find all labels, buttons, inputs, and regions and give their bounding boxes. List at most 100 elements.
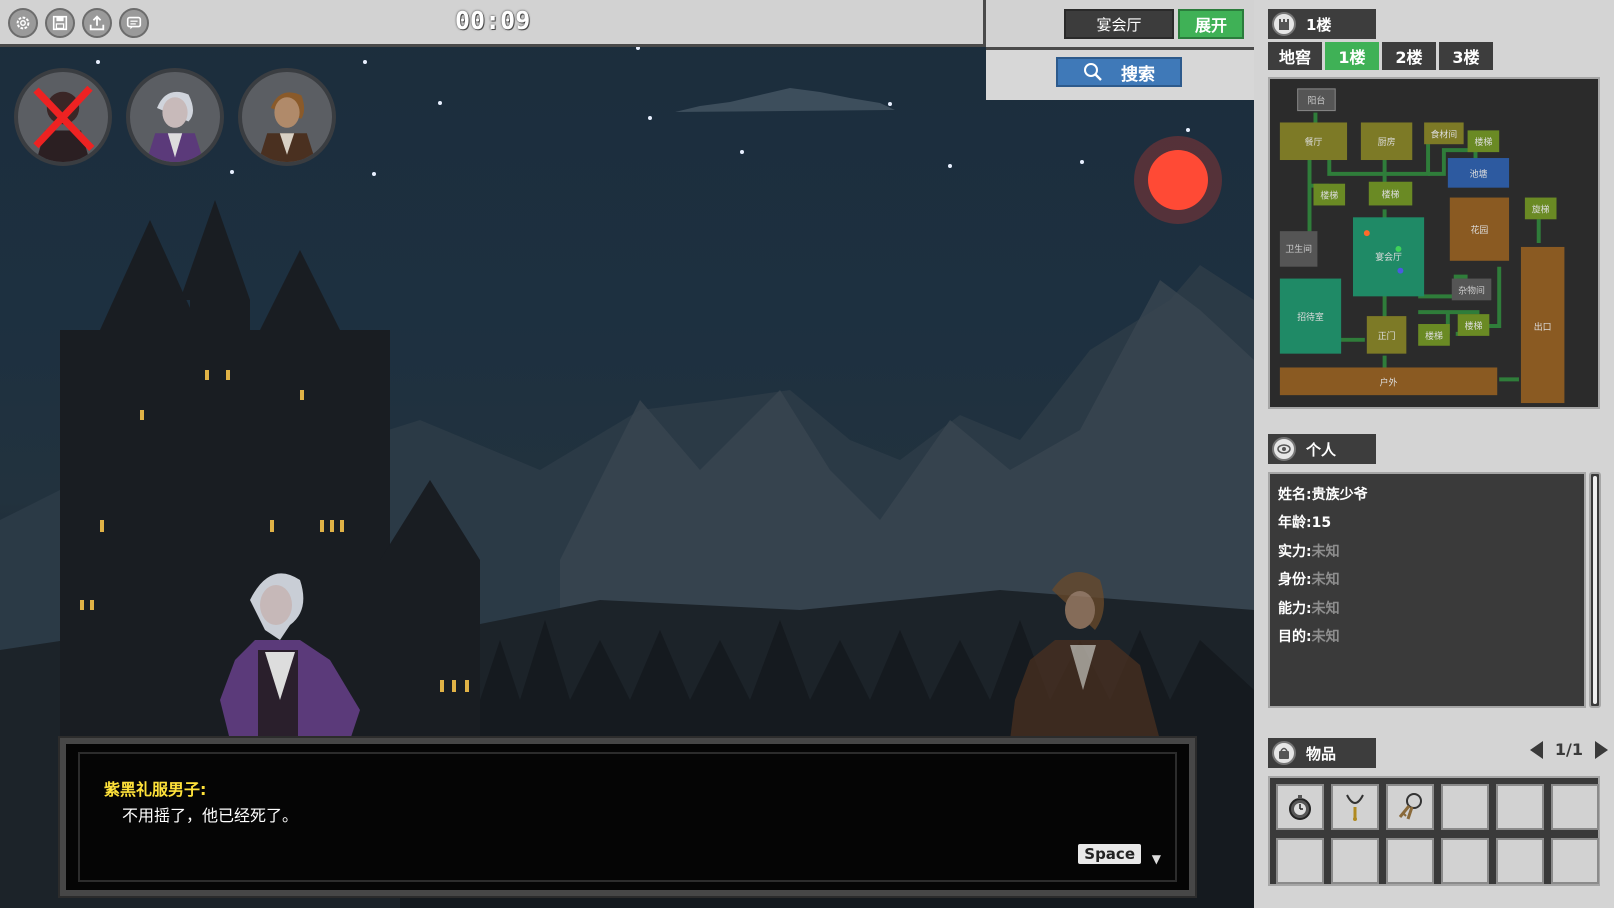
info-age: 年龄:15 — [1278, 515, 1332, 532]
tab-floor-3[interactable]: 3楼 — [1439, 42, 1493, 70]
items-section-header: 物品 — [1268, 738, 1376, 768]
items-page-indicator: 1/1 — [1554, 740, 1583, 759]
dialog-text: 不用摇了，他已经死了。 — [122, 806, 299, 825]
map-room-banquet[interactable]: 宴会厅 — [1352, 217, 1425, 297]
svg-text:户外: 户外 — [1380, 376, 1398, 388]
item-slot-1[interactable] — [1276, 784, 1324, 830]
info-name: 姓名:贵族少爷 — [1278, 487, 1368, 503]
castle-icon — [1272, 12, 1296, 36]
personal-section-header: 个人 — [1268, 434, 1376, 464]
map-room-stairs-n[interactable]: 楼梯 — [1368, 181, 1413, 206]
item-slot-10[interactable] — [1441, 838, 1489, 884]
map-room-stairs-s[interactable]: 楼梯 — [1418, 324, 1450, 346]
item-slot-5[interactable] — [1496, 784, 1544, 830]
tab-cellar[interactable]: 地窖 — [1268, 42, 1322, 70]
svg-text:池塘: 池塘 — [1470, 168, 1488, 180]
items-grid — [1268, 776, 1600, 886]
gear-icon[interactable] — [8, 8, 38, 38]
map-room-garden[interactable]: 花园 — [1449, 197, 1510, 261]
item-slot-4[interactable] — [1441, 784, 1489, 830]
item-slot-11[interactable] — [1496, 838, 1544, 884]
svg-text:花园: 花园 — [1471, 224, 1489, 236]
save-icon[interactable] — [45, 8, 75, 38]
map-room-reception[interactable]: 招待室 — [1279, 278, 1342, 354]
svg-text:楼梯: 楼梯 — [1475, 136, 1493, 148]
svg-text:厨房: 厨房 — [1378, 136, 1396, 148]
svg-text:卫生间: 卫生间 — [1285, 243, 1312, 255]
map-room-utility[interactable]: 杂物间 — [1451, 278, 1492, 301]
continue-arrow-icon: ▼ — [1151, 852, 1161, 866]
floor-map-svg: 阳台 餐厅 厨房 食材间 楼梯 池塘 楼梯 楼梯 旋梯 花园 卫生间 宴会厅 杂… — [1279, 88, 1565, 404]
current-room-button[interactable]: 宴会厅 — [1064, 9, 1174, 39]
map-room-dining[interactable]: 餐厅 — [1279, 122, 1348, 161]
map-room-kitchen[interactable]: 厨房 — [1360, 122, 1413, 161]
dead-man-portrait[interactable] — [14, 68, 112, 166]
upload-icon[interactable] — [82, 8, 112, 38]
item-slot-12[interactable] — [1551, 838, 1599, 884]
expand-button[interactable]: 展开 — [1178, 9, 1244, 39]
map-room-stairs-se[interactable]: 楼梯 — [1457, 314, 1490, 336]
svg-text:正门: 正门 — [1378, 330, 1396, 342]
item-slot-8[interactable] — [1331, 838, 1379, 884]
pocket-watch-icon — [1289, 795, 1311, 820]
personal-scrollbar[interactable] — [1589, 472, 1601, 708]
item-slot-7[interactable] — [1276, 838, 1324, 884]
item-slot-3[interactable] — [1386, 784, 1434, 830]
prev-page-icon[interactable] — [1529, 740, 1543, 759]
info-strength: 实力:未知 — [1278, 543, 1340, 560]
item-slot-2[interactable] — [1331, 784, 1379, 830]
svg-text:杂物间: 杂物间 — [1458, 284, 1485, 296]
continue-key-hint[interactable]: Space — [1078, 844, 1141, 864]
game-scene: 00:09 宴会厅 展开 搜索 紫黑礼服男子: 不用摇了，他已经死了。 Spac… — [0, 0, 1254, 908]
map-marker-green — [1395, 245, 1402, 252]
map-room-restroom[interactable]: 卫生间 — [1279, 231, 1318, 267]
map-room-terrace[interactable]: 阳台 — [1297, 88, 1336, 112]
purple-suit-man-portrait[interactable] — [126, 68, 224, 166]
location-bar: 宴会厅 展开 搜索 — [986, 0, 1254, 100]
svg-text:招待室: 招待室 — [1297, 311, 1324, 323]
brown-coat-man-portrait[interactable] — [238, 68, 336, 166]
top-toolbar: 00:09 — [0, 0, 986, 47]
item-slot-9[interactable] — [1386, 838, 1434, 884]
svg-text:旋梯: 旋梯 — [1532, 203, 1550, 215]
info-identity: 身份:未知 — [1278, 572, 1340, 589]
map-room-spiral[interactable]: 旋梯 — [1524, 197, 1557, 220]
side-panel: 1楼 地窖 1楼 2楼 3楼 阳台 餐厅 厨房 食材间 楼梯 池塘 楼梯 楼梯 … — [1254, 0, 1614, 908]
svg-text:宴会厅: 宴会厅 — [1375, 251, 1402, 263]
game-timer: 00:09 — [455, 6, 531, 35]
item-slot-6[interactable] — [1551, 784, 1599, 830]
svg-text:餐厅: 餐厅 — [1305, 136, 1323, 148]
tab-floor-1[interactable]: 1楼 — [1325, 42, 1379, 70]
keys-icon — [1398, 793, 1422, 820]
tab-floor-2[interactable]: 2楼 — [1382, 42, 1436, 70]
svg-text:楼梯: 楼梯 — [1465, 320, 1483, 332]
map-section-title: 1楼 — [1306, 15, 1332, 34]
necklace-icon — [1346, 794, 1364, 821]
svg-text:楼梯: 楼梯 — [1320, 190, 1338, 202]
items-section-title: 物品 — [1306, 744, 1337, 763]
map-section-header: 1楼 — [1268, 9, 1376, 39]
chat-icon[interactable] — [119, 8, 149, 38]
svg-text:出口: 出口 — [1534, 321, 1552, 333]
map-marker-blue — [1397, 267, 1404, 274]
personal-info: 姓名:贵族少爷 年龄:15 实力:未知 身份:未知 能力:未知 目的:未知 — [1268, 472, 1586, 708]
items-pager: 1/1 — [1529, 740, 1608, 759]
svg-text:阳台: 阳台 — [1308, 95, 1326, 107]
floor-map: 阳台 餐厅 厨房 食材间 楼梯 池塘 楼梯 楼梯 旋梯 花园 卫生间 宴会厅 杂… — [1268, 77, 1600, 409]
next-page-icon[interactable] — [1595, 740, 1608, 759]
dialog-box[interactable]: 紫黑礼服男子: 不用摇了，他已经死了。 Space ▼ — [58, 736, 1197, 898]
search-button[interactable]: 搜索 — [1056, 57, 1182, 87]
dialog-speaker: 紫黑礼服男子: — [104, 780, 207, 799]
map-room-exit[interactable]: 出口 — [1520, 246, 1565, 404]
svg-text:楼梯: 楼梯 — [1425, 330, 1443, 342]
map-room-storage[interactable]: 食材间 — [1424, 122, 1464, 145]
map-room-outdoor[interactable]: 户外 — [1279, 367, 1498, 396]
info-ability: 能力:未知 — [1278, 600, 1340, 617]
search-label: 搜索 — [1121, 64, 1155, 85]
bag-icon — [1272, 741, 1296, 765]
map-room-pond[interactable]: 池塘 — [1447, 158, 1510, 188]
map-room-main-gate[interactable]: 正门 — [1366, 316, 1407, 354]
personal-section-title: 个人 — [1306, 440, 1337, 459]
map-room-stairs-w[interactable]: 楼梯 — [1313, 183, 1346, 206]
map-room-stairs-ne[interactable]: 楼梯 — [1467, 130, 1500, 153]
